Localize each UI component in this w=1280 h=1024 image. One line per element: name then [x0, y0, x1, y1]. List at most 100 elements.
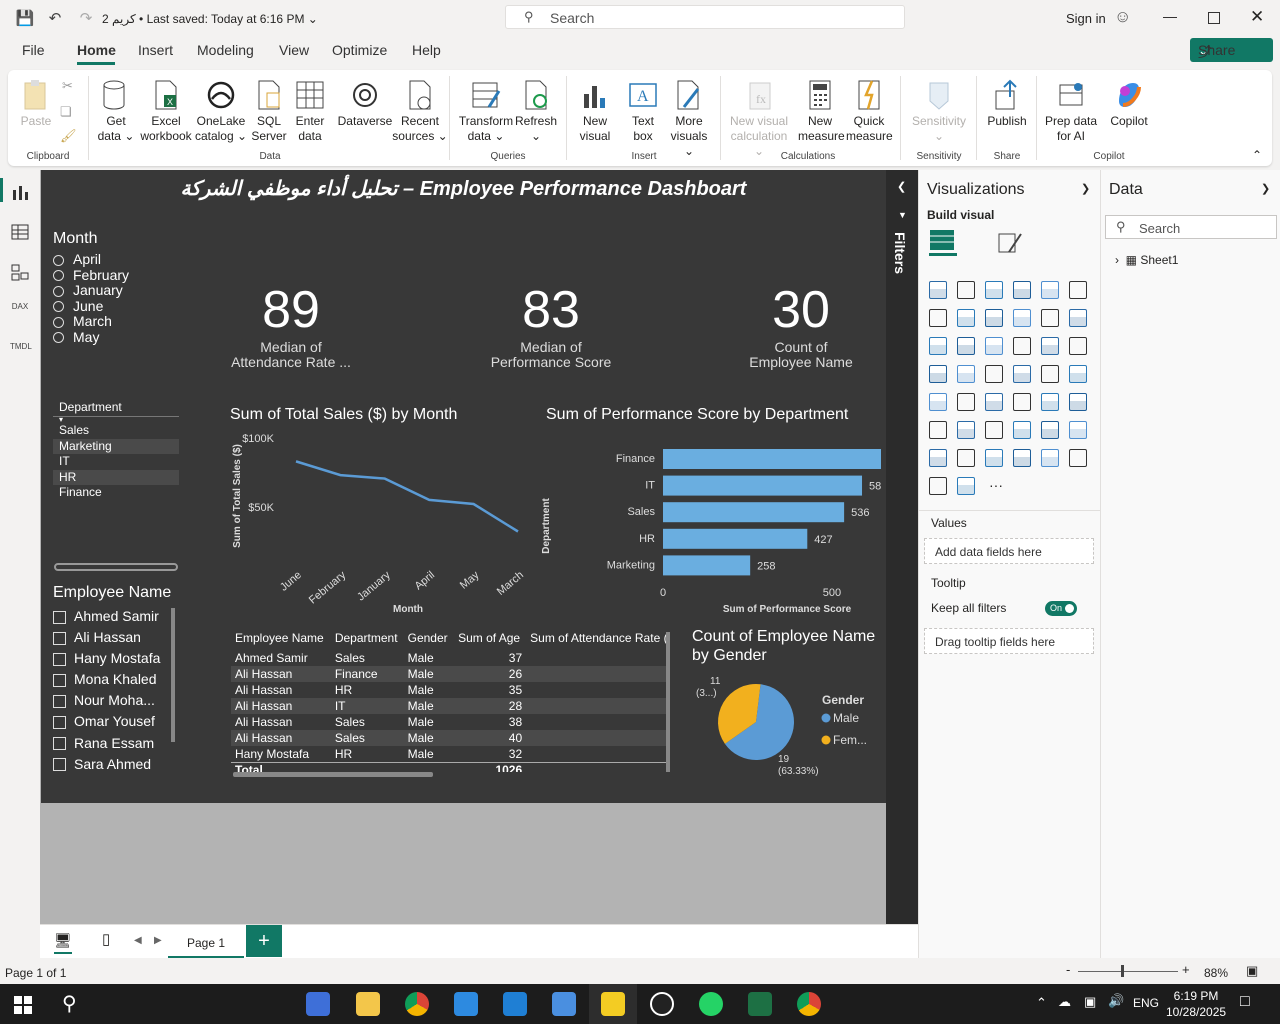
sign-in-link[interactable]: Sign in — [1066, 11, 1106, 26]
save-icon[interactable]: 💾 — [16, 9, 35, 27]
document-name[interactable]: كريم 2 — [102, 12, 136, 26]
radio-button[interactable] — [53, 332, 64, 344]
table-vertical-scrollbar[interactable] — [666, 632, 670, 772]
department-option[interactable]: Sales — [53, 423, 179, 439]
chrome-icon[interactable] — [405, 992, 429, 1016]
radio-button[interactable] — [53, 254, 64, 266]
table-row[interactable]: Ali Hassan Finance Male 269 — [231, 666, 669, 682]
table-icon[interactable] — [1013, 393, 1031, 411]
dax-query-icon[interactable]: DAX — [10, 302, 30, 322]
volume-icon[interactable]: 🔊 — [1108, 993, 1124, 1009]
chevron-up-icon[interactable]: ⌃ — [1036, 995, 1047, 1011]
table-row[interactable]: Ali Hassan Sales Male 409 — [231, 730, 669, 746]
slicer-icon[interactable] — [985, 393, 1003, 411]
display-icon[interactable]: ▣ — [1084, 994, 1096, 1010]
model-view-icon[interactable] — [10, 262, 30, 282]
keep-filters-toggle[interactable]: On — [1045, 601, 1077, 616]
waterfall-icon[interactable] — [957, 337, 975, 355]
excel-workbook-button[interactable]: X Excel workbook — [136, 78, 196, 144]
chevron-left-icon[interactable]: ❮ — [897, 180, 906, 193]
month-option[interactable]: February — [53, 267, 203, 284]
file-explorer-icon[interactable] — [356, 992, 380, 1016]
column-header[interactable]: Employee Name — [231, 626, 331, 650]
line-clustered-column-icon[interactable] — [1069, 309, 1087, 327]
app-icon[interactable] — [454, 992, 478, 1016]
qa-icon[interactable] — [1013, 421, 1031, 439]
table-view-icon[interactable] — [10, 222, 30, 242]
month-option[interactable]: April — [53, 252, 203, 268]
prep-data-ai-button[interactable]: Prep data for AI — [1042, 78, 1100, 144]
employee-option[interactable]: Ali Hassan — [53, 629, 181, 650]
share-button[interactable]: ⤴ Share ⌄ — [1190, 38, 1273, 62]
multi-row-card-icon[interactable] — [929, 393, 947, 411]
table-row[interactable]: Hany Mostafa HR Male 329 — [231, 746, 669, 762]
power-apps-2-icon[interactable] — [929, 477, 947, 495]
zoom-slider[interactable] — [1078, 971, 1178, 972]
chatgpt-icon[interactable] — [650, 992, 674, 1016]
bar-chart[interactable]: DepartmentFinance657IT589Sales536HR427Ma… — [541, 426, 881, 621]
publish-button[interactable]: Publish — [984, 78, 1030, 129]
menu-optimize[interactable]: Optimize — [332, 42, 387, 58]
store-icon[interactable] — [306, 992, 330, 1016]
department-option[interactable]: Finance — [53, 485, 179, 501]
search-icon[interactable]: ⚲ — [62, 991, 77, 1016]
more-visuals-button[interactable]: More visuals ⌄ — [664, 78, 714, 159]
checkbox[interactable] — [53, 674, 66, 688]
whatsapp-icon[interactable] — [699, 992, 723, 1016]
redo-icon[interactable]: ↷ — [77, 9, 95, 27]
department-option[interactable]: Marketing — [53, 438, 179, 455]
format-painter-icon[interactable]: 🖌 — [60, 128, 77, 144]
filters-pane[interactable]: ❮ ▼ Filters — [886, 170, 918, 924]
add-page-button[interactable]: + — [246, 925, 282, 957]
mobile-view-icon[interactable]: ▯ — [102, 930, 110, 948]
copilot-button[interactable]: Copilot — [1100, 78, 1158, 129]
tooltip-drop-zone[interactable]: Drag tooltip fields here — [924, 628, 1094, 654]
checkbox[interactable] — [53, 737, 66, 751]
bar[interactable] — [663, 502, 845, 523]
series-line[interactable] — [295, 460, 519, 533]
department-option[interactable]: HR — [53, 469, 179, 486]
100-bar-icon[interactable] — [1041, 281, 1059, 299]
slicer-scrollbar[interactable] — [54, 563, 178, 571]
menu-insert[interactable]: Insert — [138, 42, 173, 58]
table-row[interactable]: Ali Hassan Sales Male 389 — [231, 714, 669, 730]
area-icon[interactable] — [957, 309, 975, 327]
windows-start-icon[interactable] — [14, 996, 32, 1014]
fit-to-page-icon[interactable]: ▣ — [1246, 963, 1258, 979]
line-column-icon[interactable] — [1041, 309, 1059, 327]
format-visual-tab[interactable] — [997, 230, 1023, 259]
values-drop-zone[interactable]: Add data fields here — [924, 538, 1094, 564]
prev-page-icon[interactable]: ◀ — [134, 935, 142, 946]
radio-button[interactable] — [53, 301, 64, 313]
employee-option[interactable]: Omar Yousef — [53, 713, 181, 734]
employee-slicer-scrollbar[interactable] — [171, 608, 175, 742]
column-header[interactable]: Sum of Age — [454, 626, 526, 650]
funnel-icon[interactable] — [985, 337, 1003, 355]
ribbon-icon[interactable] — [929, 337, 947, 355]
100-column-icon[interactable] — [1069, 281, 1087, 299]
column-header[interactable]: Department — [331, 626, 404, 650]
get-data-button[interactable]: Get data ⌄ — [94, 78, 138, 144]
employee-option[interactable]: Nour Moha... — [53, 692, 181, 713]
desktop-view-icon[interactable]: 🖥 — [54, 932, 72, 949]
enter-data-button[interactable]: Enter data — [290, 78, 330, 144]
chevron-down-icon[interactable]: ⌄ — [308, 12, 318, 26]
trophy-icon[interactable] — [1069, 421, 1087, 439]
cut-icon[interactable]: ✂ — [62, 78, 73, 94]
employee-option[interactable]: Hany Mostafa — [53, 650, 181, 671]
table-horizontal-scrollbar[interactable] — [233, 772, 433, 777]
decomposition-tree-icon[interactable] — [985, 421, 1003, 439]
employee-table[interactable]: Employee Name Department Gender Sum of Age S… — [231, 626, 669, 772]
search-box[interactable]: ⚲ Search — [505, 5, 905, 29]
r-visual-icon[interactable] — [1069, 393, 1087, 411]
department-option[interactable]: IT — [53, 454, 179, 470]
report-view-icon[interactable] — [10, 182, 30, 202]
checkbox[interactable] — [53, 631, 66, 645]
minimize-icon[interactable]: — — [1163, 8, 1177, 24]
radio-button[interactable] — [53, 270, 64, 282]
close-icon[interactable]: ✕ — [1250, 7, 1264, 27]
new-card-icon[interactable] — [1013, 449, 1031, 467]
bar[interactable] — [663, 555, 751, 576]
onelake-button[interactable]: OneLake catalog ⌄ — [194, 78, 248, 144]
copy-icon[interactable]: ❏ — [60, 104, 72, 120]
